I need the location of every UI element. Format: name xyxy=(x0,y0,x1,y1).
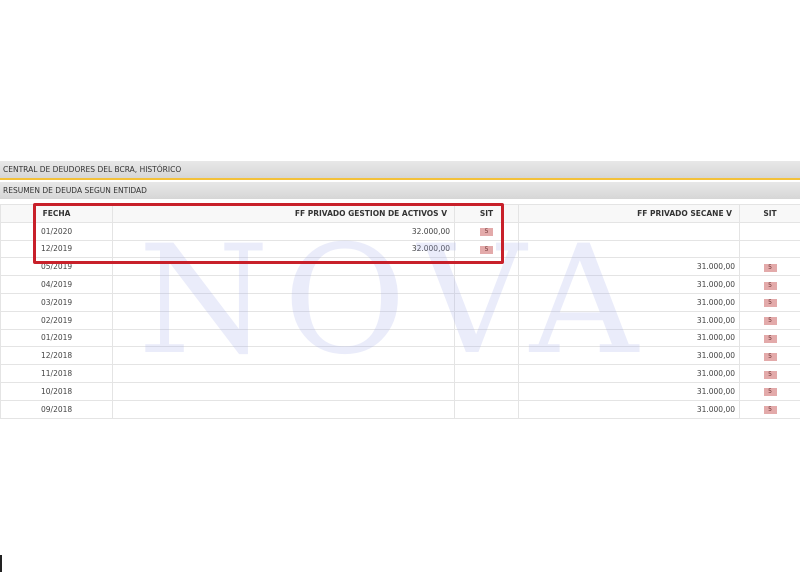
section-title: CENTRAL DE DEUDORES DEL BCRA, HISTÓRICO xyxy=(3,165,182,174)
situation-badge: 5 xyxy=(763,299,777,308)
situation-badge: 5 xyxy=(763,352,777,361)
table-row: 03/2019 31.000,00 5 xyxy=(0,292,800,312)
cell-sit-entity-1 xyxy=(454,257,519,277)
cell-sit-entity-1 xyxy=(454,292,519,312)
cell-sit-entity-1 xyxy=(454,346,519,366)
cell-fecha: 02/2019 xyxy=(0,310,113,330)
table-row: 09/2018 31.000,00 5 xyxy=(0,399,800,419)
table-row: 10/2018 31.000,00 5 xyxy=(0,381,800,401)
column-header-fecha: FECHA xyxy=(0,204,113,223)
subsection-title: RESUMEN DE DEUDA SEGUN ENTIDAD xyxy=(3,186,147,195)
cell-fecha: 09/2018 xyxy=(0,399,113,419)
cell-amount-entity-1 xyxy=(112,257,455,277)
cell-sit-entity-2: 5 xyxy=(739,275,800,294)
cell-fecha: 05/2019 xyxy=(0,257,113,277)
cell-sit-entity-1 xyxy=(454,310,519,330)
cell-amount-entity-1 xyxy=(112,399,455,419)
cell-amount-entity-2: 31.000,00 xyxy=(518,328,740,348)
table-row: 02/2019 31.000,00 5 xyxy=(0,310,800,330)
cell-sit-entity-1 xyxy=(454,275,519,294)
column-header-entity-2: FF PRIVADO SECANE V xyxy=(518,204,740,223)
cell-sit-entity-2: 5 xyxy=(739,310,800,330)
cell-sit-entity-2: 5 xyxy=(739,328,800,348)
cell-amount-entity-1 xyxy=(112,292,455,312)
table-header-row: FECHA FF PRIVADO GESTION DE ACTIVOS V SI… xyxy=(0,204,800,223)
cell-sit-entity-1 xyxy=(454,364,519,383)
table-row: 01/2019 31.000,00 5 xyxy=(0,328,800,348)
table-body: 01/2020 32.000,00 5 12/2019 32.000,00 5 05/201… xyxy=(0,221,800,419)
cell-sit-entity-1: 5 xyxy=(454,239,519,259)
cell-fecha: 11/2018 xyxy=(0,364,113,383)
situation-badge: 5 xyxy=(763,317,777,326)
table-row: 12/2018 31.000,00 5 xyxy=(0,346,800,366)
cell-fecha: 04/2019 xyxy=(0,275,113,294)
table-row: 05/2019 31.000,00 5 xyxy=(0,257,800,277)
edge-marker xyxy=(0,555,2,572)
subsection-title-bar: RESUMEN DE DEUDA SEGUN ENTIDAD xyxy=(0,182,800,199)
cell-amount-entity-2 xyxy=(518,239,740,259)
cell-amount-entity-2: 31.000,00 xyxy=(518,364,740,383)
cell-amount-entity-2: 31.000,00 xyxy=(518,275,740,294)
debt-table: FECHA FF PRIVADO GESTION DE ACTIVOS V SI… xyxy=(0,204,800,419)
cell-amount-entity-1 xyxy=(112,328,455,348)
table-row: 12/2019 32.000,00 5 xyxy=(0,239,800,259)
cell-sit-entity-1 xyxy=(454,399,519,419)
cell-amount-entity-2: 31.000,00 xyxy=(518,346,740,366)
cell-sit-entity-1 xyxy=(454,381,519,401)
situation-badge: 5 xyxy=(480,245,493,254)
cell-fecha: 01/2020 xyxy=(0,221,113,241)
cell-fecha: 12/2018 xyxy=(0,346,113,366)
cell-sit-entity-2 xyxy=(739,221,800,241)
cell-fecha: 03/2019 xyxy=(0,292,113,312)
column-header-sit-1: SIT xyxy=(454,204,519,223)
situation-badge: 5 xyxy=(763,370,777,379)
cell-amount-entity-2 xyxy=(518,221,740,241)
cell-sit-entity-2: 5 xyxy=(739,399,800,419)
cell-amount-entity-1 xyxy=(112,310,455,330)
situation-badge: 5 xyxy=(763,281,777,290)
cell-amount-entity-2: 31.000,00 xyxy=(518,381,740,401)
cell-sit-entity-1: 5 xyxy=(454,221,519,241)
cell-amount-entity-2: 31.000,00 xyxy=(518,310,740,330)
cell-sit-entity-1 xyxy=(454,328,519,348)
situation-badge: 5 xyxy=(763,406,777,415)
cell-amount-entity-1 xyxy=(112,364,455,383)
table-row: 04/2019 31.000,00 5 xyxy=(0,275,800,294)
cell-sit-entity-2: 5 xyxy=(739,292,800,312)
section-title-bar: CENTRAL DE DEUDORES DEL BCRA, HISTÓRICO xyxy=(0,161,800,180)
cell-amount-entity-1: 32.000,00 xyxy=(112,239,455,259)
situation-badge: 5 xyxy=(763,263,777,272)
situation-badge: 5 xyxy=(763,388,777,397)
cell-sit-entity-2: 5 xyxy=(739,257,800,277)
cell-amount-entity-2: 31.000,00 xyxy=(518,399,740,419)
cell-fecha: 12/2019 xyxy=(0,239,113,259)
cell-sit-entity-2 xyxy=(739,239,800,259)
table-row: 01/2020 32.000,00 5 xyxy=(0,221,800,241)
cell-amount-entity-1 xyxy=(112,275,455,294)
cell-fecha: 10/2018 xyxy=(0,381,113,401)
table-row: 11/2018 31.000,00 5 xyxy=(0,364,800,383)
cell-amount-entity-2: 31.000,00 xyxy=(518,257,740,277)
cell-sit-entity-2: 5 xyxy=(739,381,800,401)
cell-amount-entity-2: 31.000,00 xyxy=(518,292,740,312)
situation-badge: 5 xyxy=(763,334,777,343)
cell-amount-entity-1 xyxy=(112,346,455,366)
column-header-sit-2: SIT xyxy=(739,204,800,223)
situation-badge: 5 xyxy=(480,228,493,237)
cell-amount-entity-1 xyxy=(112,381,455,401)
column-header-entity-1: FF PRIVADO GESTION DE ACTIVOS V xyxy=(112,204,455,223)
cell-sit-entity-2: 5 xyxy=(739,364,800,383)
cell-sit-entity-2: 5 xyxy=(739,346,800,366)
cell-fecha: 01/2019 xyxy=(0,328,113,348)
cell-amount-entity-1: 32.000,00 xyxy=(112,221,455,241)
